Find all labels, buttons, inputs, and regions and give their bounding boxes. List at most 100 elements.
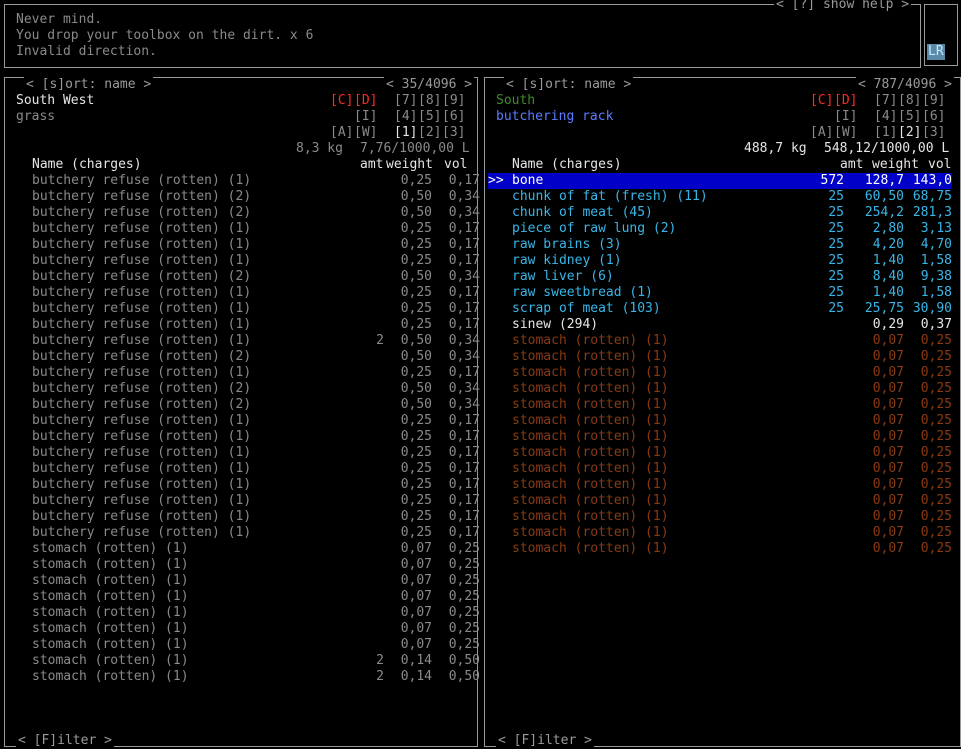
left-sort-button[interactable]: < [s]ort: name > [24, 77, 154, 93]
right-key-4[interactable]: [4] [874, 109, 897, 125]
list-item[interactable]: butchery refuse (rotten) (2) 0,50 0,34 [8, 397, 480, 413]
list-item[interactable]: stomach (rotten) (1) 0,07 0,25 [488, 381, 952, 397]
list-item[interactable]: stomach (rotten) (1) 0,07 0,25 [488, 493, 952, 509]
list-item[interactable]: butchery refuse (rotten) (1) 0,25 0,17 [8, 173, 480, 189]
left-key-6[interactable]: [6] [442, 109, 465, 125]
list-item[interactable]: butchery refuse (rotten) (1) 0,25 0,17 [8, 365, 480, 381]
right-key-c[interactable]: [C] [810, 93, 833, 109]
list-item[interactable]: stomach (rotten) (1) 0,07 0,25 [488, 509, 952, 525]
item-amount: 25 [828, 253, 844, 268]
left-volume-total: 7,76/1000,00 L [360, 141, 470, 156]
list-item[interactable]: butchery refuse (rotten) (1) 0,25 0,17 [8, 477, 480, 493]
left-key-7[interactable]: [7] [394, 93, 417, 109]
right-key-i[interactable]: [I] [834, 109, 857, 125]
left-key-a[interactable]: [A] [330, 125, 353, 141]
list-item[interactable]: chunk of fat (fresh) (11) 25 60,50 68,75 [488, 189, 952, 205]
show-help-button[interactable]: < [?] show help > [774, 0, 912, 13]
right-key-5[interactable]: [5] [898, 109, 921, 125]
list-item[interactable]: stomach (rotten) (1) 0,07 0,25 [488, 397, 952, 413]
list-item[interactable]: stomach (rotten) (1) 0,07 0,25 [488, 413, 952, 429]
left-key-w[interactable]: [W] [354, 125, 377, 141]
list-item[interactable]: butchery refuse (rotten) (1) 0,25 0,17 [8, 285, 480, 301]
list-item[interactable]: butchery refuse (rotten) (1) 0,25 0,17 [8, 237, 480, 253]
left-key-1[interactable]: [1] [394, 125, 417, 141]
list-item[interactable]: raw brains (3) 25 4,20 4,70 [488, 237, 952, 253]
list-item[interactable]: butchery refuse (rotten) (1) 0,25 0,17 [8, 429, 480, 445]
right-key-8[interactable]: [8] [898, 93, 921, 109]
right-key-7[interactable]: [7] [874, 93, 897, 109]
right-weight-total: 488,7 kg [744, 141, 807, 156]
item-weight: 0,07 [872, 461, 904, 476]
list-item[interactable]: stomach (rotten) (1) 0,07 0,25 [8, 621, 480, 637]
list-item[interactable]: stomach (rotten) (1) 0,07 0,25 [488, 541, 952, 557]
list-item[interactable]: butchery refuse (rotten) (1) 0,25 0,17 [8, 461, 480, 477]
list-item[interactable]: stomach (rotten) (1) 0,07 0,25 [8, 605, 480, 621]
right-key-9[interactable]: [9] [922, 93, 945, 109]
list-item[interactable]: >> bone 572 128,7 143,0 [488, 173, 952, 189]
list-item[interactable]: butchery refuse (rotten) (1) 0,25 0,17 [8, 445, 480, 461]
list-item[interactable]: butchery refuse (rotten) (1) 0,25 0,17 [8, 253, 480, 269]
right-sort-button[interactable]: < [s]ort: name > [504, 77, 634, 93]
left-key-c[interactable]: [C] [330, 93, 353, 109]
list-item[interactable]: stomach (rotten) (1) 2 0,14 0,50 [8, 669, 480, 685]
left-key-i[interactable]: [I] [354, 109, 377, 125]
list-item[interactable]: stomach (rotten) (1) 0,07 0,25 [488, 429, 952, 445]
list-item[interactable]: stomach (rotten) (1) 2 0,14 0,50 [8, 653, 480, 669]
left-key-8[interactable]: [8] [418, 93, 441, 109]
list-item[interactable]: butchery refuse (rotten) (1) 0,25 0,17 [8, 413, 480, 429]
right-key-3[interactable]: [3] [922, 125, 945, 141]
list-item[interactable]: butchery refuse (rotten) (1) 0,25 0,17 [8, 221, 480, 237]
list-item[interactable]: scrap of meat (103) 25 25,75 30,90 [488, 301, 952, 317]
item-weight: 0,25 [400, 413, 432, 428]
list-item[interactable]: piece of raw lung (2) 25 2,80 3,13 [488, 221, 952, 237]
right-filter-button[interactable]: < [F]ilter > [496, 733, 594, 749]
list-item[interactable]: stomach (rotten) (1) 0,07 0,25 [488, 333, 952, 349]
item-volume: 0,34 [448, 349, 480, 364]
list-item[interactable]: butchery refuse (rotten) (2) 0,50 0,34 [8, 189, 480, 205]
list-item[interactable]: sinew (294) 0,29 0,37 [488, 317, 952, 333]
list-item[interactable]: butchery refuse (rotten) (1) 0,25 0,17 [8, 525, 480, 541]
list-item[interactable]: stomach (rotten) (1) 0,07 0,25 [488, 349, 952, 365]
right-key-2[interactable]: [2] [898, 125, 921, 141]
right-key-d[interactable]: [D] [834, 93, 857, 109]
left-key-4[interactable]: [4] [394, 109, 417, 125]
list-item[interactable]: chunk of meat (45) 25 254,2 281,3 [488, 205, 952, 221]
list-item[interactable]: stomach (rotten) (1) 0,07 0,25 [8, 557, 480, 573]
left-key-3[interactable]: [3] [442, 125, 465, 141]
list-item[interactable]: butchery refuse (rotten) (2) 0,50 0,34 [8, 349, 480, 365]
list-item[interactable]: butchery refuse (rotten) (1) 0,25 0,17 [8, 317, 480, 333]
list-item[interactable]: stomach (rotten) (1) 0,07 0,25 [8, 637, 480, 653]
list-item[interactable]: butchery refuse (rotten) (1) 0,25 0,17 [8, 493, 480, 509]
item-name: raw kidney (1) [512, 253, 622, 268]
list-item[interactable]: stomach (rotten) (1) 0,07 0,25 [488, 477, 952, 493]
list-item[interactable]: raw kidney (1) 25 1,40 1,58 [488, 253, 952, 269]
left-filter-button[interactable]: < [F]ilter > [16, 733, 114, 749]
list-item[interactable]: butchery refuse (rotten) (1) 0,25 0,17 [8, 301, 480, 317]
item-name: butchery refuse (rotten) (2) [32, 381, 252, 396]
list-item[interactable]: raw sweetbread (1) 25 1,40 1,58 [488, 285, 952, 301]
item-weight: 0,07 [872, 493, 904, 508]
list-item[interactable]: butchery refuse (rotten) (1) 0,25 0,17 [8, 509, 480, 525]
list-item[interactable]: butchery refuse (rotten) (2) 0,50 0,34 [8, 269, 480, 285]
right-key-a[interactable]: [A] [810, 125, 833, 141]
list-item[interactable]: stomach (rotten) (1) 0,07 0,25 [488, 445, 952, 461]
list-item[interactable]: stomach (rotten) (1) 0,07 0,25 [8, 589, 480, 605]
list-item[interactable]: stomach (rotten) (1) 0,07 0,25 [488, 525, 952, 541]
right-key-6[interactable]: [6] [922, 109, 945, 125]
list-item[interactable]: butchery refuse (rotten) (1) 2 0,50 0,34 [8, 333, 480, 349]
list-item[interactable]: butchery refuse (rotten) (2) 0,50 0,34 [8, 381, 480, 397]
list-item[interactable]: butchery refuse (rotten) (2) 0,50 0,34 [8, 205, 480, 221]
left-key-9[interactable]: [9] [442, 93, 465, 109]
item-weight: 0,25 [400, 301, 432, 316]
left-key-5[interactable]: [5] [418, 109, 441, 125]
list-item[interactable]: stomach (rotten) (1) 0,07 0,25 [488, 461, 952, 477]
left-key-d[interactable]: [D] [354, 93, 377, 109]
list-item[interactable]: stomach (rotten) (1) 0,07 0,25 [8, 541, 480, 557]
list-item[interactable]: raw liver (6) 25 8,40 9,38 [488, 269, 952, 285]
item-weight: 0,07 [400, 637, 432, 652]
left-key-2[interactable]: [2] [418, 125, 441, 141]
right-key-1[interactable]: [1] [874, 125, 897, 141]
list-item[interactable]: stomach (rotten) (1) 0,07 0,25 [8, 573, 480, 589]
list-item[interactable]: stomach (rotten) (1) 0,07 0,25 [488, 365, 952, 381]
right-key-w[interactable]: [W] [834, 125, 857, 141]
